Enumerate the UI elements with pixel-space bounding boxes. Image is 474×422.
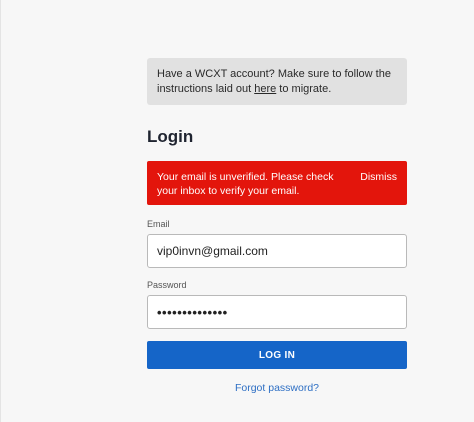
unverified-email-alert: Your email is unverified. Please check y… [147,161,407,205]
page-left-border [0,0,1,422]
password-label: Password [147,280,187,290]
migration-instructions-link[interactable]: here [254,83,276,95]
forgot-password-link[interactable]: Forgot password? [235,382,319,394]
migration-notice: Have a WCXT account? Make sure to follow… [147,58,407,105]
page-title: Login [147,127,194,146]
notice-text-after: to migrate. [276,83,332,95]
dismiss-button[interactable]: Dismiss [360,170,397,184]
email-field[interactable] [147,234,407,268]
alert-message: Your email is unverified. Please check y… [157,171,334,197]
password-field[interactable] [147,295,407,329]
forgot-password-row: Forgot password? [147,382,407,394]
email-label: Email [147,219,170,229]
login-panel: Have a WCXT account? Make sure to follow… [147,58,407,394]
login-button[interactable]: LOG IN [147,341,407,369]
